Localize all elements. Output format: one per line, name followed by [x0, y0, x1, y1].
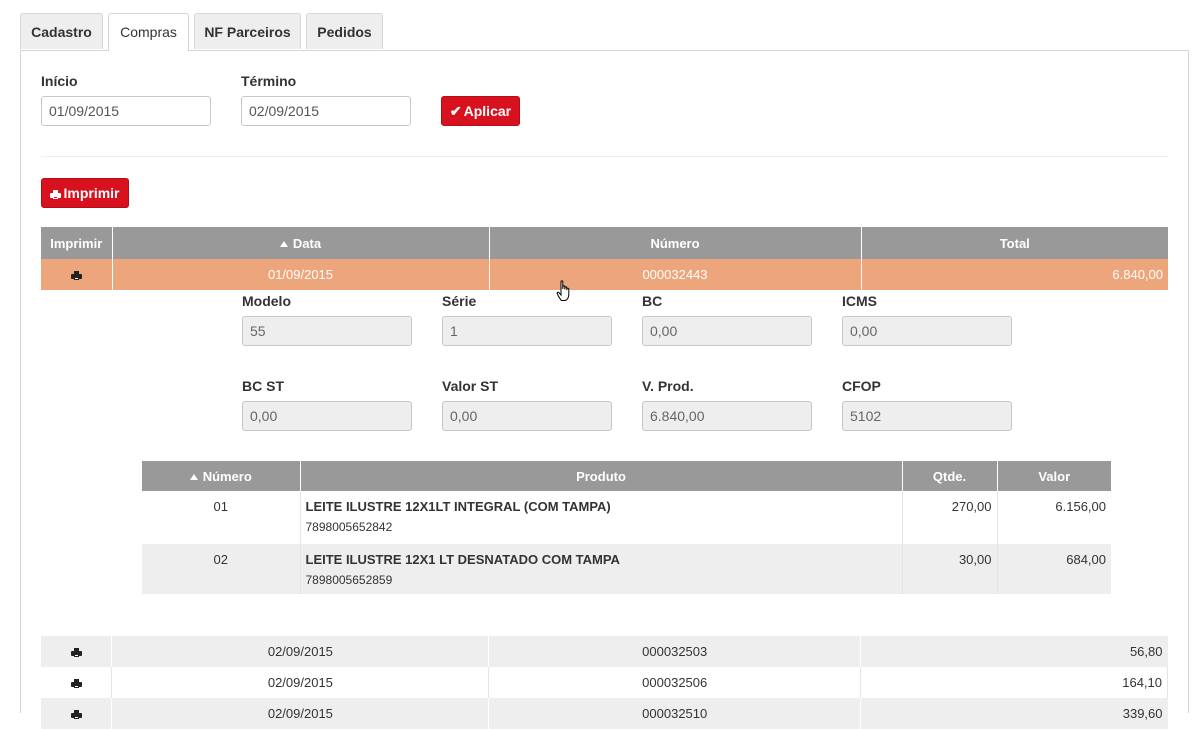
table-row[interactable]: 02/09/2015 000032510 339,60: [41, 698, 1168, 729]
column-header-qty[interactable]: Qtde.: [902, 461, 998, 491]
qty-cell: 270,00: [902, 491, 998, 544]
printer-icon[interactable]: [70, 648, 82, 658]
column-header-total[interactable]: Total: [861, 227, 1168, 259]
start-date-input[interactable]: 01/09/2015: [41, 96, 211, 126]
column-header-value[interactable]: Valor: [997, 461, 1111, 491]
tab-cadastro[interactable]: Cadastro: [20, 13, 103, 49]
sort-asc-icon: [279, 240, 288, 247]
end-date-input[interactable]: 02/09/2015: [241, 96, 411, 126]
table-row-selected[interactable]: 01/09/2015 000032443 6.840,00: [41, 259, 1168, 290]
total-cell: 6.840,00: [861, 259, 1168, 290]
print-cell[interactable]: [41, 667, 113, 698]
serie-label: Série: [442, 293, 477, 309]
panel-border: [20, 50, 21, 713]
print-cell[interactable]: [41, 698, 113, 729]
print-cell[interactable]: [41, 636, 113, 667]
product-name: LEITE ILUSTRE 12X1 LT DESNATADO COM TAMP…: [305, 552, 620, 567]
printer-icon[interactable]: [70, 679, 82, 689]
column-header-product[interactable]: Produto: [300, 461, 903, 491]
table-row[interactable]: 02/09/2015 000032503 56,80: [41, 636, 1168, 667]
table-row[interactable]: 02 LEITE ILUSTRE 12X1 LT DESNATADO COM T…: [142, 544, 1111, 594]
printer-icon[interactable]: [70, 271, 82, 281]
column-header-print: Imprimir: [41, 227, 113, 259]
tab-nf-parceiros[interactable]: NF Parceiros: [194, 13, 301, 49]
print-cell[interactable]: [41, 259, 113, 290]
number-cell: 000032503: [488, 636, 862, 667]
table-row[interactable]: 01 LEITE ILUSTRE 12X1LT INTEGRAL (COM TA…: [142, 491, 1111, 544]
tab-divider: [189, 50, 1189, 51]
date-cell: 02/09/2015: [111, 667, 490, 698]
start-date-label: Início: [41, 73, 78, 89]
icms-field: 0,00: [842, 316, 1012, 346]
valor-st-field: 0,00: [442, 401, 612, 431]
sort-asc-icon: [189, 473, 198, 480]
total-cell: 164,10: [860, 667, 1168, 698]
end-date-label: Término: [241, 73, 297, 89]
panel-border: [1188, 50, 1189, 713]
value-cell: 684,00: [997, 544, 1111, 594]
print-button[interactable]: Imprimir: [41, 178, 129, 208]
item-number-cell: 01: [142, 491, 301, 544]
tab-pedidos[interactable]: Pedidos: [306, 13, 383, 49]
total-cell: 339,60: [860, 698, 1168, 729]
product-cell: LEITE ILUSTRE 12X1LT INTEGRAL (COM TAMPA…: [300, 491, 903, 544]
value-cell: 6.156,00: [997, 491, 1111, 544]
total-cell: 56,80: [860, 636, 1168, 667]
printer-icon[interactable]: [70, 710, 82, 720]
date-cell: 01/09/2015: [112, 259, 490, 290]
hand-cursor-icon: [556, 280, 570, 301]
print-button-label: Imprimir: [63, 185, 120, 201]
product-cell: LEITE ILUSTRE 12X1 LT DESNATADO COM TAMP…: [300, 544, 903, 594]
item-number-cell: 02: [142, 544, 301, 594]
qty-cell: 30,00: [902, 544, 998, 594]
v-prod-field: 6.840,00: [642, 401, 812, 431]
date-cell: 02/09/2015: [111, 698, 490, 729]
bc-st-label: BC ST: [242, 378, 284, 394]
bc-label: BC: [642, 293, 663, 309]
apply-button[interactable]: ✔ Aplicar: [441, 96, 520, 126]
number-cell: 000032510: [488, 698, 862, 729]
section-divider: [41, 156, 1168, 157]
modelo-field: 55: [242, 316, 412, 346]
check-icon: ✔: [449, 103, 462, 119]
column-header-date[interactable]: Data: [112, 227, 490, 259]
date-cell: 02/09/2015: [111, 636, 490, 667]
printer-icon: [50, 189, 62, 199]
icms-label: ICMS: [842, 293, 877, 309]
modelo-label: Modelo: [242, 293, 291, 309]
column-header-item-number[interactable]: Número: [142, 461, 301, 491]
items-table: Número Produto Qtde. Valor 01 LEITE ILUS…: [142, 461, 1111, 594]
v-prod-label: V. Prod.: [642, 378, 694, 394]
purchases-table: Imprimir Data Número Total 01/09/2015 00…: [41, 227, 1168, 290]
serie-field: 1: [442, 316, 612, 346]
bc-field: 0,00: [642, 316, 812, 346]
product-name: LEITE ILUSTRE 12X1LT INTEGRAL (COM TAMPA…: [305, 499, 611, 514]
purchases-table-continued: 02/09/2015 000032503 56,80 02/09/2015 00…: [41, 636, 1168, 729]
valor-st-label: Valor ST: [442, 378, 499, 394]
cfop-field: 5102: [842, 401, 1012, 431]
bc-st-field: 0,00: [242, 401, 412, 431]
product-code: 7898005652859: [305, 573, 393, 587]
column-header-number[interactable]: Número: [489, 227, 862, 259]
product-code: 7898005652842: [305, 520, 393, 534]
column-header-item-number-label: Número: [202, 468, 252, 484]
number-cell: 000032506: [488, 667, 862, 698]
cfop-label: CFOP: [842, 378, 881, 394]
column-header-date-label: Data: [292, 235, 322, 251]
tab-compras[interactable]: Compras: [108, 13, 189, 51]
number-cell: 000032443: [489, 259, 862, 290]
tab-divider-left: [20, 50, 108, 51]
apply-button-label: Aplicar: [463, 103, 512, 119]
table-row[interactable]: 02/09/2015 000032506 164,10: [41, 667, 1168, 698]
